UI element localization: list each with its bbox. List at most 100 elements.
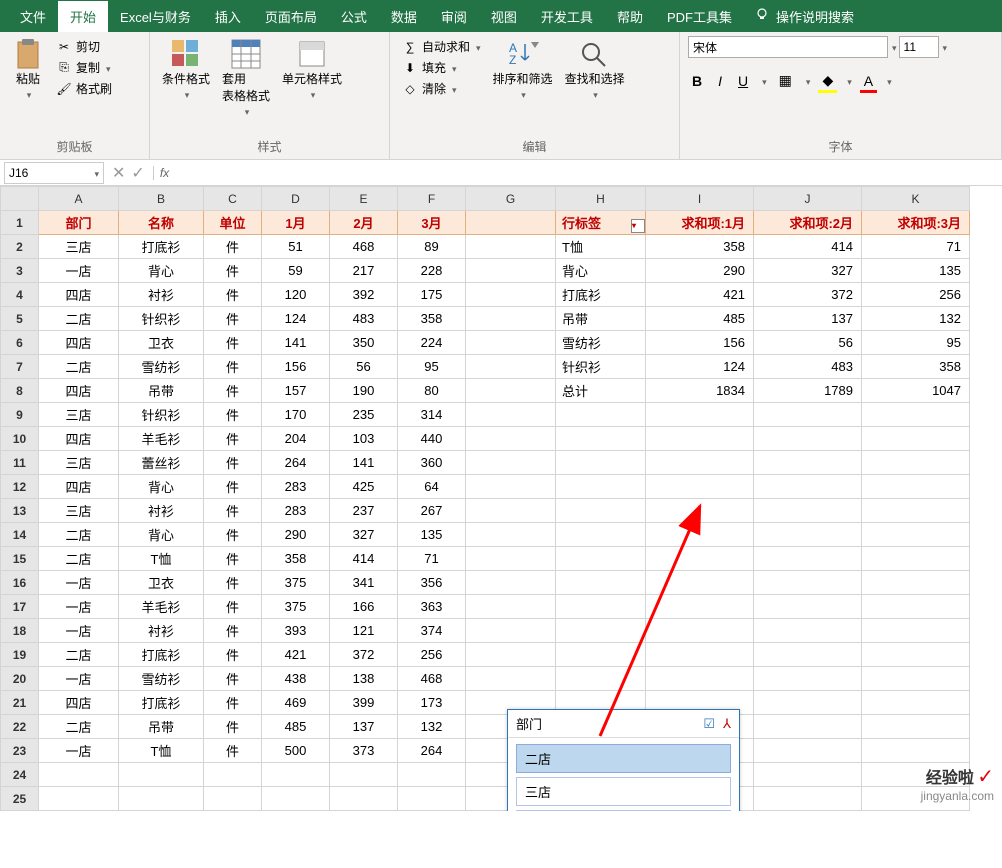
cell-J11[interactable] bbox=[754, 451, 862, 475]
cell-C22[interactable]: 件 bbox=[204, 715, 262, 739]
cell-K6[interactable]: 95 bbox=[862, 331, 970, 355]
cell-F24[interactable] bbox=[398, 763, 466, 787]
cell-B8[interactable]: 吊带 bbox=[119, 379, 204, 403]
cell-G5[interactable] bbox=[466, 307, 556, 331]
cell-C12[interactable]: 件 bbox=[204, 475, 262, 499]
cell-K13[interactable] bbox=[862, 499, 970, 523]
row-header-24[interactable]: 24 bbox=[1, 763, 39, 787]
cell-D6[interactable]: 141 bbox=[262, 331, 330, 355]
tab-insert[interactable]: 插入 bbox=[203, 1, 253, 32]
cell-B24[interactable] bbox=[119, 763, 204, 787]
cell-H20[interactable] bbox=[556, 667, 646, 691]
cell-C14[interactable]: 件 bbox=[204, 523, 262, 547]
cell-I4[interactable]: 421 bbox=[646, 283, 754, 307]
cell-F21[interactable]: 173 bbox=[398, 691, 466, 715]
row-header-22[interactable]: 22 bbox=[1, 715, 39, 739]
cell-A7[interactable]: 二店 bbox=[39, 355, 119, 379]
cell-A19[interactable]: 二店 bbox=[39, 643, 119, 667]
cell-B19[interactable]: 打底衫 bbox=[119, 643, 204, 667]
cell-E1[interactable]: 2月 bbox=[330, 211, 398, 235]
cell-B6[interactable]: 卫衣 bbox=[119, 331, 204, 355]
table-format-button[interactable]: 套用 表格格式 bbox=[218, 36, 274, 120]
cell-C25[interactable] bbox=[204, 787, 262, 811]
cell-F4[interactable]: 175 bbox=[398, 283, 466, 307]
cell-A9[interactable]: 三店 bbox=[39, 403, 119, 427]
cell-A4[interactable]: 四店 bbox=[39, 283, 119, 307]
cell-F6[interactable]: 224 bbox=[398, 331, 466, 355]
cell-E2[interactable]: 468 bbox=[330, 235, 398, 259]
cell-C8[interactable]: 件 bbox=[204, 379, 262, 403]
cell-D4[interactable]: 120 bbox=[262, 283, 330, 307]
cell-A15[interactable]: 二店 bbox=[39, 547, 119, 571]
underline-button[interactable]: U bbox=[734, 71, 752, 91]
cell-J25[interactable] bbox=[754, 787, 862, 811]
cell-E3[interactable]: 217 bbox=[330, 259, 398, 283]
cell-C13[interactable]: 件 bbox=[204, 499, 262, 523]
cell-D16[interactable]: 375 bbox=[262, 571, 330, 595]
cell-H11[interactable] bbox=[556, 451, 646, 475]
cell-K2[interactable]: 71 bbox=[862, 235, 970, 259]
cell-B16[interactable]: 卫衣 bbox=[119, 571, 204, 595]
cell-E14[interactable]: 327 bbox=[330, 523, 398, 547]
cell-D21[interactable]: 469 bbox=[262, 691, 330, 715]
cell-B3[interactable]: 背心 bbox=[119, 259, 204, 283]
cell-H6[interactable]: 雪纺衫 bbox=[556, 331, 646, 355]
cell-B23[interactable]: T恤 bbox=[119, 739, 204, 763]
col-header-K[interactable]: K bbox=[862, 187, 970, 211]
cell-C23[interactable]: 件 bbox=[204, 739, 262, 763]
cell-E23[interactable]: 373 bbox=[330, 739, 398, 763]
cell-D13[interactable]: 283 bbox=[262, 499, 330, 523]
row-header-5[interactable]: 5 bbox=[1, 307, 39, 331]
cell-D2[interactable]: 51 bbox=[262, 235, 330, 259]
tab-pdf-tools[interactable]: PDF工具集 bbox=[655, 1, 744, 32]
border-button[interactable]: ▦ bbox=[775, 70, 796, 91]
cell-G18[interactable] bbox=[466, 619, 556, 643]
cell-I7[interactable]: 124 bbox=[646, 355, 754, 379]
cell-E8[interactable]: 190 bbox=[330, 379, 398, 403]
col-header-C[interactable]: C bbox=[204, 187, 262, 211]
cell-G3[interactable] bbox=[466, 259, 556, 283]
cell-C3[interactable]: 件 bbox=[204, 259, 262, 283]
cell-A24[interactable] bbox=[39, 763, 119, 787]
cell-D18[interactable]: 393 bbox=[262, 619, 330, 643]
cell-F19[interactable]: 256 bbox=[398, 643, 466, 667]
slicer-item-2[interactable]: 四店 bbox=[516, 810, 731, 811]
cell-A23[interactable]: 一店 bbox=[39, 739, 119, 763]
cell-I5[interactable]: 485 bbox=[646, 307, 754, 331]
row-header-19[interactable]: 19 bbox=[1, 643, 39, 667]
cell-J18[interactable] bbox=[754, 619, 862, 643]
row-header-15[interactable]: 15 bbox=[1, 547, 39, 571]
cell-F7[interactable]: 95 bbox=[398, 355, 466, 379]
cell-G6[interactable] bbox=[466, 331, 556, 355]
cell-I1[interactable]: 求和项:1月 bbox=[646, 211, 754, 235]
col-header-G[interactable]: G bbox=[466, 187, 556, 211]
cell-K15[interactable] bbox=[862, 547, 970, 571]
col-header-A[interactable]: A bbox=[39, 187, 119, 211]
cell-K20[interactable] bbox=[862, 667, 970, 691]
cell-B20[interactable]: 雪纺衫 bbox=[119, 667, 204, 691]
cell-K17[interactable] bbox=[862, 595, 970, 619]
cell-J22[interactable] bbox=[754, 715, 862, 739]
cell-K12[interactable] bbox=[862, 475, 970, 499]
cell-F10[interactable]: 440 bbox=[398, 427, 466, 451]
cell-A3[interactable]: 一店 bbox=[39, 259, 119, 283]
cell-G10[interactable] bbox=[466, 427, 556, 451]
cell-D5[interactable]: 124 bbox=[262, 307, 330, 331]
cell-A20[interactable]: 一店 bbox=[39, 667, 119, 691]
fill-color-dropdown[interactable] bbox=[845, 72, 852, 90]
tab-file[interactable]: 文件 bbox=[8, 1, 58, 32]
cell-D3[interactable]: 59 bbox=[262, 259, 330, 283]
cell-B12[interactable]: 背心 bbox=[119, 475, 204, 499]
cell-C2[interactable]: 件 bbox=[204, 235, 262, 259]
cell-A12[interactable]: 四店 bbox=[39, 475, 119, 499]
cell-B5[interactable]: 针织衫 bbox=[119, 307, 204, 331]
cell-H14[interactable] bbox=[556, 523, 646, 547]
cell-E18[interactable]: 121 bbox=[330, 619, 398, 643]
cell-H19[interactable] bbox=[556, 643, 646, 667]
format-painter-button[interactable]: 🖌格式刷 bbox=[52, 78, 116, 99]
font-color-button[interactable]: A bbox=[860, 71, 877, 91]
cancel-formula-icon[interactable]: ✕ bbox=[112, 163, 125, 183]
cell-H8[interactable]: 总计 bbox=[556, 379, 646, 403]
cell-H5[interactable]: 吊带 bbox=[556, 307, 646, 331]
cell-F22[interactable]: 132 bbox=[398, 715, 466, 739]
